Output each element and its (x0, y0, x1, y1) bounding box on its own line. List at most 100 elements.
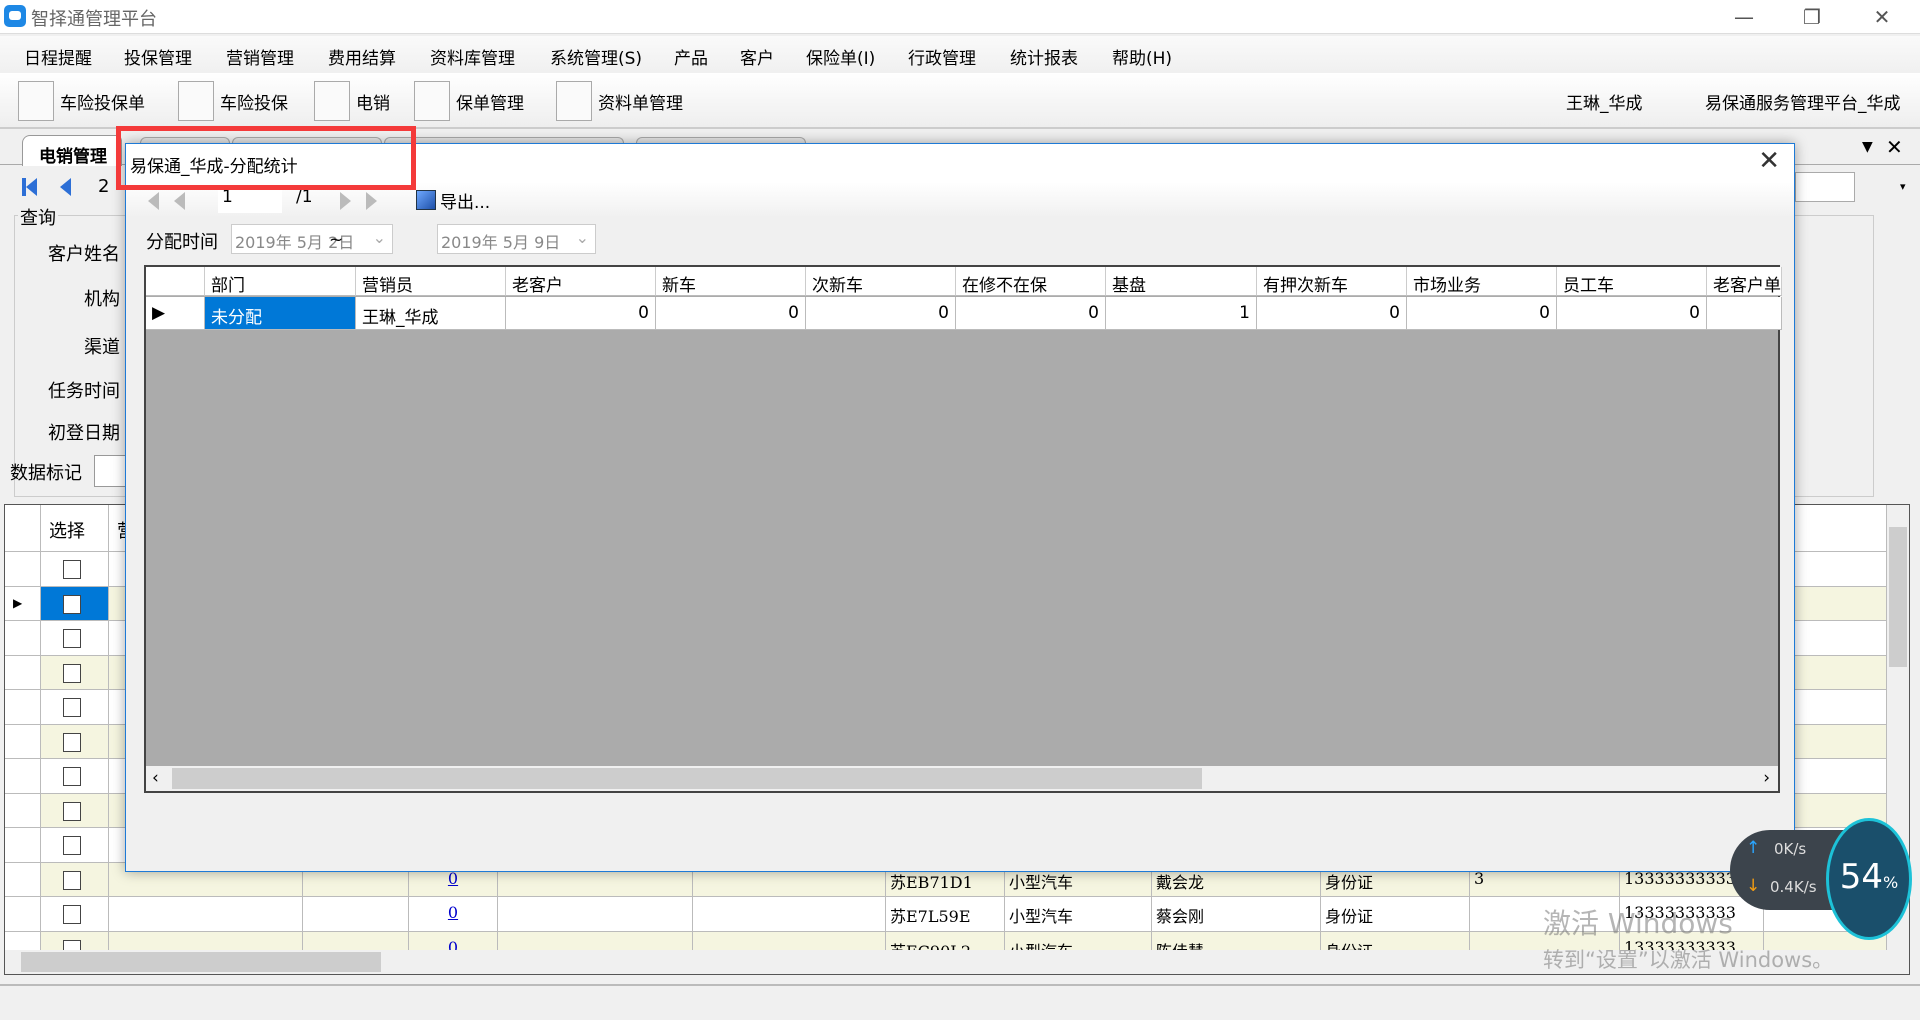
dialog-column-header[interactable]: 有押次新车 (1257, 267, 1407, 296)
select-cell[interactable] (41, 862, 109, 897)
toolbar-button-1[interactable]: 车险投保 (178, 79, 288, 123)
toolbar-button-3[interactable]: 保单管理 (414, 79, 524, 123)
menu-5[interactable]: 系统管理(S) (550, 44, 642, 69)
menu-0[interactable]: 日程提醒 (24, 44, 92, 69)
toolbar-label: 车险投保单 (60, 93, 145, 114)
dialog-grid-cell[interactable]: 王琳_华成 (356, 297, 506, 330)
menu-4[interactable]: 资料库管理 (430, 44, 515, 69)
select-cell[interactable] (41, 621, 109, 656)
document-pen-icon (178, 81, 214, 121)
date-from-picker[interactable]: 2019年 5月 2日 ⌄ (231, 224, 393, 254)
main-toolbar: 王琳_华成 易保通服务管理平台_华成 车险投保单 车险投保 电销 保单管理 资料单管理 (0, 73, 1920, 129)
grid-cell (5, 724, 41, 759)
menu-10[interactable]: 统计报表 (1010, 44, 1078, 69)
dialog-grid-cell[interactable] (1707, 297, 1782, 330)
checkbox[interactable] (63, 870, 81, 890)
select-cell[interactable] (41, 586, 109, 621)
first-page-icon[interactable] (26, 178, 37, 196)
menu-11[interactable]: 帮助(H) (1112, 44, 1172, 69)
dialog-grid-cell[interactable]: 0 (806, 297, 956, 330)
toolbar-overflow-icon[interactable]: ▾ (1900, 180, 1906, 193)
toolbar-button-2[interactable]: 电销 (314, 79, 390, 123)
select-cell[interactable] (41, 828, 109, 863)
minimize-button[interactable]: — (1714, 0, 1774, 34)
close-tab-icon[interactable]: ✕ (1886, 135, 1903, 159)
dialog-column-header[interactable]: 员工车 (1557, 267, 1707, 296)
dialog-next-page-icon[interactable] (340, 192, 351, 210)
checkbox[interactable] (63, 801, 81, 821)
dialog-prev-page-icon[interactable] (174, 192, 185, 210)
search-box[interactable] (1795, 172, 1855, 202)
dialog-grid-cell[interactable]: 0 (1557, 297, 1707, 330)
menu-6[interactable]: 产品 (674, 44, 708, 69)
dialog-close-button[interactable]: ✕ (1758, 146, 1780, 176)
dialog-column-header[interactable]: 在修不在保 (956, 267, 1106, 296)
dialog-grid-cell[interactable]: 0 (506, 297, 656, 330)
dialog-grid-cell[interactable]: 0 (956, 297, 1106, 330)
label-channel: 渠道 (84, 337, 120, 358)
toolbar-button-0[interactable]: 车险投保单 (18, 79, 145, 123)
dialog-grid-cell[interactable]: 1 (1106, 297, 1257, 330)
dialog-grid-cell[interactable]: 0 (1257, 297, 1407, 330)
select-cell[interactable] (41, 897, 109, 932)
checkbox[interactable] (63, 698, 81, 717)
checkbox[interactable] (63, 560, 81, 579)
menu-7[interactable]: 客户 (740, 44, 774, 69)
status-bar-divider (0, 984, 1920, 986)
tab-telemarketing[interactable]: 电销管理 (22, 135, 122, 167)
label-customer-name: 客户姓名 (48, 244, 120, 265)
dialog-column-header[interactable]: 市场业务 (1407, 267, 1557, 296)
dialog-column-header[interactable]: 营销员 (356, 267, 506, 296)
dialog-grid-cell[interactable]: 0 (1407, 297, 1557, 330)
scroll-thumb[interactable] (172, 768, 1202, 789)
checkbox[interactable] (63, 663, 81, 683)
dialog-last-page-icon[interactable] (366, 192, 377, 210)
select-cell[interactable] (41, 552, 109, 587)
checkbox[interactable] (63, 629, 81, 648)
menu-8[interactable]: 保险单(I) (806, 44, 875, 69)
prev-page-icon[interactable] (60, 178, 71, 196)
restore-button[interactable]: ❐ (1782, 0, 1842, 34)
scroll-left-icon[interactable]: ‹ (152, 768, 159, 788)
menu-bar: 日程提醒 投保管理 营销管理 费用结算 资料库管理 系统管理(S) 产品 客户 保险单(I) 行政… (0, 36, 1920, 72)
dialog-horizontal-scrollbar[interactable]: ‹ › (146, 766, 1778, 791)
label-data-flag: 数据标记 (10, 463, 82, 484)
checkbox[interactable] (63, 767, 81, 786)
select-cell[interactable] (41, 655, 109, 690)
dialog-grid-cell[interactable]: 0 (656, 297, 806, 330)
menu-3[interactable]: 费用结算 (328, 44, 396, 69)
checkbox[interactable] (63, 836, 81, 855)
dialog-column-header[interactable]: 老客户 (506, 267, 656, 296)
checkbox[interactable] (63, 732, 81, 752)
scroll-right-icon[interactable]: › (1763, 768, 1770, 788)
toolbar-button-4[interactable]: 资料单管理 (556, 79, 683, 123)
tab-dropdown-icon[interactable]: ▼ (1862, 139, 1873, 155)
grid-cell (693, 897, 886, 932)
select-cell[interactable] (41, 724, 109, 759)
select-cell[interactable] (41, 793, 109, 828)
date-to-picker[interactable]: 2019年 5月 9日 ⌄ (437, 224, 596, 254)
grid-cell[interactable]: 0 (409, 897, 498, 932)
dialog-first-page-icon[interactable] (148, 192, 159, 210)
menu-9[interactable]: 行政管理 (908, 44, 976, 69)
checkbox[interactable] (63, 594, 81, 614)
menu-2[interactable]: 营销管理 (226, 44, 294, 69)
select-cell[interactable] (41, 759, 109, 794)
close-window-button[interactable]: ✕ (1852, 0, 1912, 34)
dialog-column-header[interactable]: 基盘 (1106, 267, 1257, 296)
vertical-scroll-thumb[interactable] (1889, 527, 1907, 667)
dialog-column-header[interactable]: 部门 (205, 267, 356, 296)
page-number[interactable]: 2 (98, 176, 109, 197)
export-image-icon[interactable] (416, 190, 436, 210)
checkbox[interactable] (63, 905, 81, 924)
dialog-grid-cell[interactable]: 未分配 (205, 297, 356, 330)
select-cell[interactable] (41, 690, 109, 725)
grid-cell (109, 897, 303, 932)
horizontal-scroll-thumb[interactable] (21, 952, 381, 972)
export-button[interactable]: 导出... (440, 188, 490, 213)
dialog-column-header[interactable]: 新车 (656, 267, 806, 296)
menu-1[interactable]: 投保管理 (124, 44, 192, 69)
dialog-column-header[interactable]: 次新车 (806, 267, 956, 296)
download-arrow-icon: ↓ (1746, 876, 1761, 896)
dialog-column-header[interactable]: 老客户单 (1707, 267, 1782, 296)
